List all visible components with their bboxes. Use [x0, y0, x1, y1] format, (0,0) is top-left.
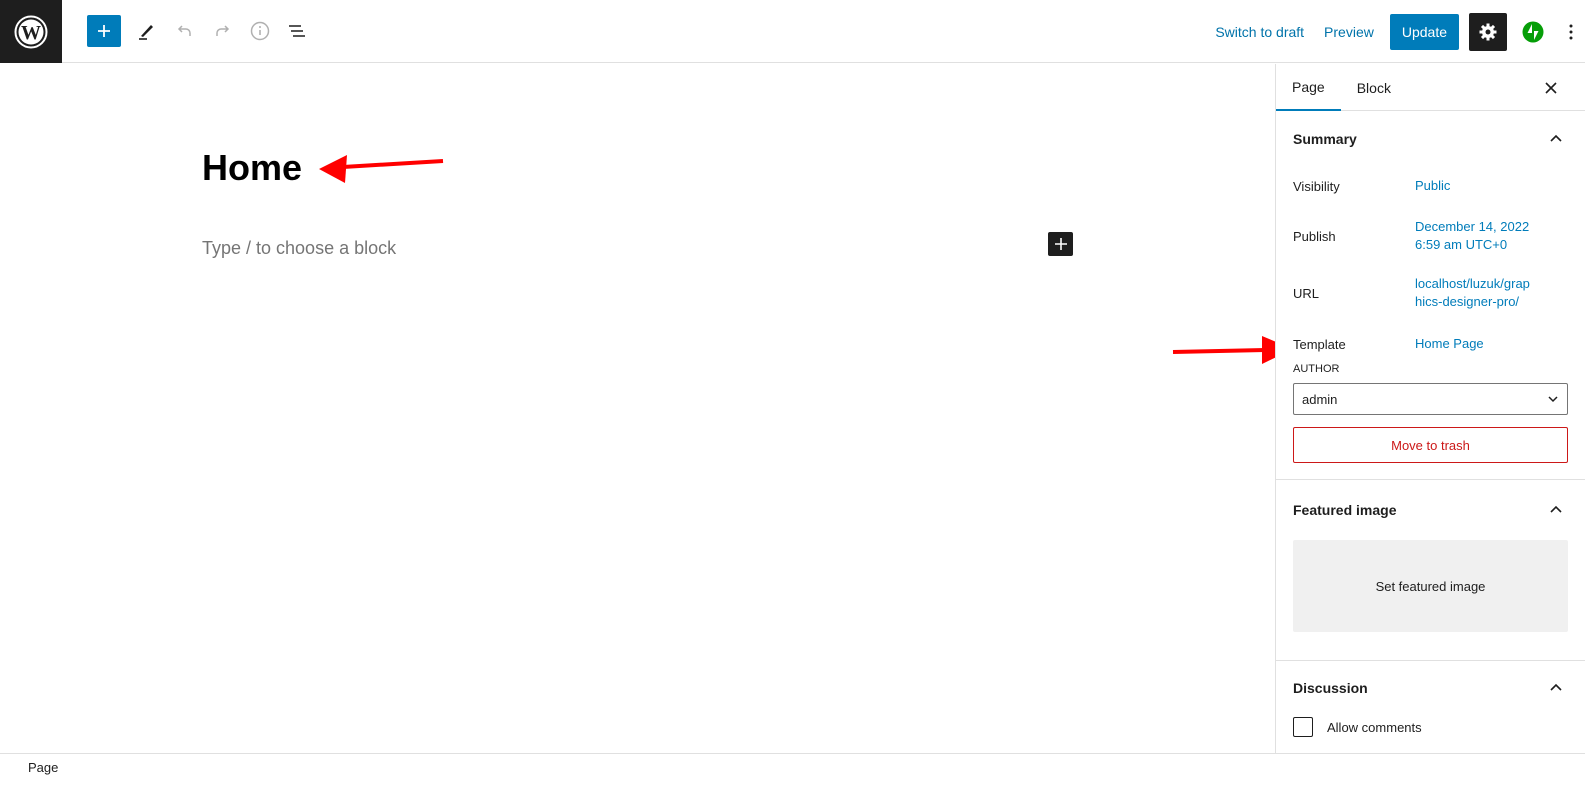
publish-row: Publish December 14, 2022 6:59 am UTC+0: [1293, 205, 1568, 267]
featured-image-panel-toggle[interactable]: Featured image: [1293, 480, 1568, 540]
gear-icon: [1479, 23, 1497, 40]
jetpack-icon: [1522, 21, 1544, 42]
list-view-icon: [289, 25, 305, 37]
allow-comments-checkbox[interactable]: [1293, 717, 1313, 737]
redo-button[interactable]: [205, 14, 239, 48]
annotation-arrow-title: [319, 155, 444, 183]
visibility-row: Visibility Public: [1293, 167, 1568, 205]
url-line-2: hics-designer-pro/: [1415, 294, 1520, 309]
inline-add-block-button[interactable]: [1048, 232, 1073, 256]
block-placeholder[interactable]: Type / to choose a block: [202, 238, 396, 259]
url-value[interactable]: localhost/luzuk/grap hics-designer-pro/: [1415, 275, 1530, 311]
url-row: URL localhost/luzuk/grap hics-designer-p…: [1293, 267, 1568, 319]
chevron-up-icon: [1544, 127, 1568, 151]
url-line-1: localhost/luzuk/grap: [1415, 276, 1530, 291]
block-breadcrumb-bar: Page: [0, 753, 1585, 787]
publish-date: December 14, 2022: [1415, 219, 1530, 234]
author-select[interactable]: admin: [1293, 383, 1568, 415]
discussion-panel: Discussion Allow comments: [1276, 661, 1585, 737]
summary-panel: Summary Visibility Public Publish Decemb…: [1276, 111, 1585, 480]
wordpress-icon: W: [14, 15, 48, 48]
jetpack-button[interactable]: [1515, 14, 1551, 50]
featured-image-panel: Featured image Set featured image: [1276, 480, 1585, 661]
summary-heading: Summary: [1293, 131, 1357, 147]
options-button[interactable]: [1559, 14, 1583, 50]
visibility-label: Visibility: [1293, 178, 1340, 194]
sidebar-tabs: Page Block: [1276, 64, 1585, 111]
template-value[interactable]: Home Page: [1415, 335, 1484, 353]
preview-button[interactable]: Preview: [1314, 24, 1384, 40]
visibility-value[interactable]: Public: [1415, 177, 1450, 195]
switch-to-draft-button[interactable]: Switch to draft: [1205, 24, 1314, 40]
featured-image-heading: Featured image: [1293, 502, 1397, 518]
pencil-icon: [139, 25, 153, 40]
close-sidebar-button[interactable]: [1539, 76, 1563, 100]
publish-value[interactable]: December 14, 2022 6:59 am UTC+0: [1415, 218, 1529, 254]
template-label: Template: [1293, 336, 1346, 352]
allow-comments-label: Allow comments: [1327, 719, 1422, 735]
editor-header: W Switch to draft Preview Update: [0, 0, 1585, 63]
chevron-up-icon: [1544, 676, 1568, 700]
wordpress-logo[interactable]: W: [0, 0, 62, 63]
summary-panel-toggle[interactable]: Summary: [1293, 111, 1568, 167]
tab-page[interactable]: Page: [1276, 64, 1341, 111]
info-icon: [250, 21, 270, 41]
author-value: admin: [1302, 391, 1338, 407]
close-icon: [1545, 82, 1557, 94]
add-block-button[interactable]: [87, 15, 121, 47]
plus-icon: [1054, 238, 1067, 250]
chevron-down-icon: [1548, 396, 1558, 403]
author-label: AUTHOR: [1293, 363, 1340, 375]
svg-text:W: W: [21, 22, 41, 44]
page-title[interactable]: Home: [202, 147, 302, 189]
discussion-panel-toggle[interactable]: Discussion: [1293, 661, 1568, 715]
update-button[interactable]: Update: [1389, 13, 1459, 50]
url-label: URL: [1293, 285, 1320, 301]
publish-time: 6:59 am UTC+0: [1415, 237, 1508, 252]
plus-icon: [98, 25, 110, 37]
redo-icon: [216, 25, 230, 36]
more-vertical-icon: [1569, 24, 1573, 39]
undo-icon: [177, 25, 191, 36]
undo-button[interactable]: [168, 14, 202, 48]
template-row: Template Home Page: [1293, 319, 1568, 369]
breadcrumb-page[interactable]: Page: [28, 760, 58, 775]
move-to-trash-button[interactable]: Move to trash: [1293, 427, 1568, 463]
discussion-heading: Discussion: [1293, 680, 1368, 696]
chevron-up-icon: [1544, 498, 1568, 522]
tab-block[interactable]: Block: [1341, 64, 1407, 111]
settings-sidebar: Page Block Summary Visibility Public Pub…: [1275, 64, 1585, 753]
set-featured-image-button[interactable]: Set featured image: [1293, 540, 1568, 632]
publish-label: Publish: [1293, 228, 1336, 244]
settings-button[interactable]: [1469, 12, 1507, 51]
editor-canvas: Home Type / to choose a block: [0, 64, 1293, 753]
tools-button[interactable]: [130, 14, 164, 48]
list-view-button[interactable]: [280, 14, 314, 48]
details-button[interactable]: [243, 14, 277, 48]
allow-comments-row: Allow comments: [1293, 717, 1568, 737]
